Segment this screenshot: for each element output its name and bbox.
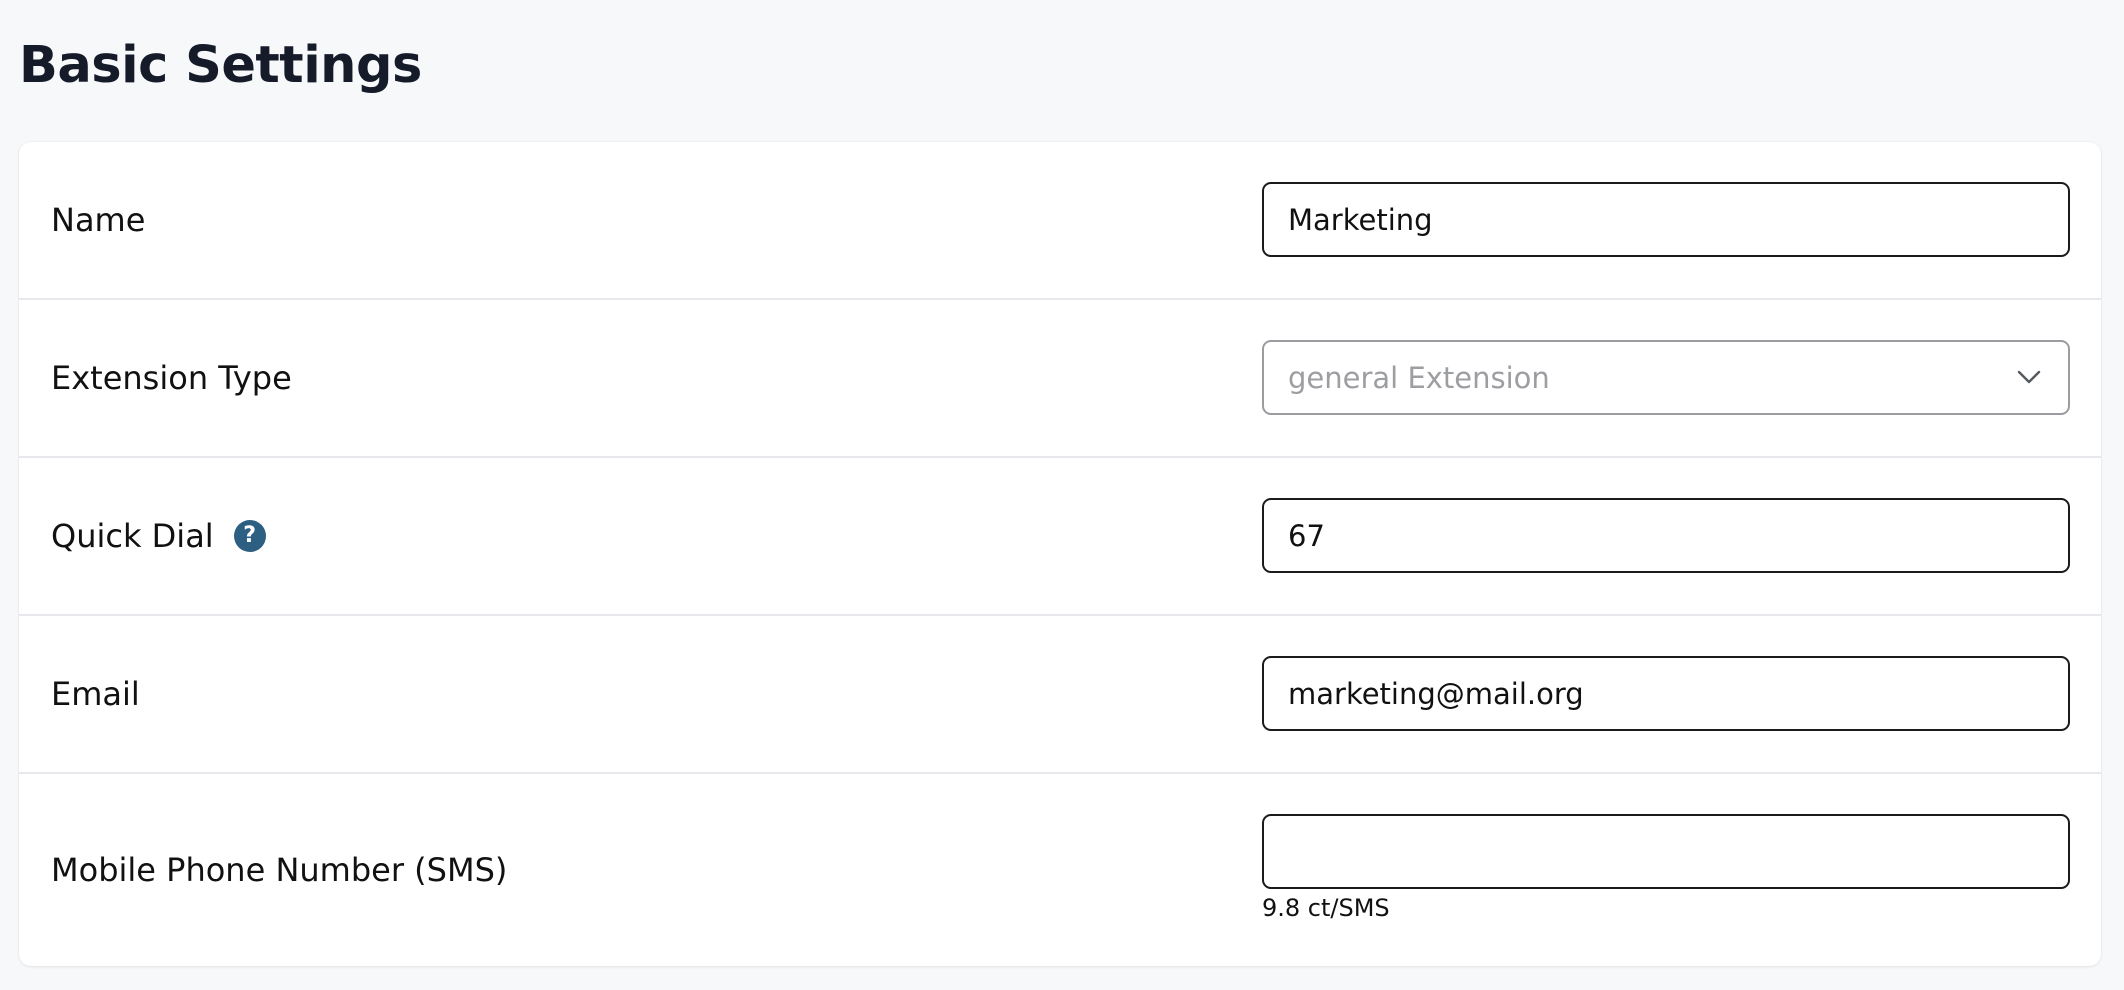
basic-settings-card: Name Extension Type general Extension Qu… — [19, 142, 2101, 966]
quick-dial-row: Quick Dial ? — [19, 458, 2101, 616]
quick-dial-label-group: Quick Dial ? — [51, 516, 266, 556]
email-row: Email — [19, 616, 2101, 774]
name-row: Name — [19, 142, 2101, 300]
sms-cost-hint: 9.8 ct/SMS — [1262, 894, 1390, 922]
extension-type-selected-value: general Extension — [1288, 360, 1550, 395]
email-label: Email — [51, 675, 140, 713]
extension-type-label: Extension Type — [51, 359, 292, 397]
mobile-phone-row: Mobile Phone Number (SMS) 9.8 ct/SMS — [19, 774, 2101, 966]
quick-dial-label: Quick Dial — [51, 517, 214, 555]
extension-type-select[interactable]: general Extension — [1262, 340, 2070, 415]
name-input[interactable] — [1262, 182, 2070, 257]
name-label: Name — [51, 201, 146, 239]
mobile-phone-label: Mobile Phone Number (SMS) — [51, 851, 508, 889]
email-input[interactable] — [1262, 656, 2070, 731]
extension-type-row: Extension Type general Extension — [19, 300, 2101, 458]
chevron-down-icon — [2017, 370, 2041, 384]
mobile-phone-input[interactable] — [1262, 814, 2070, 889]
quick-dial-input[interactable] — [1262, 498, 2070, 573]
help-icon[interactable]: ? — [233, 520, 266, 552]
page-title: Basic Settings — [19, 36, 422, 95]
